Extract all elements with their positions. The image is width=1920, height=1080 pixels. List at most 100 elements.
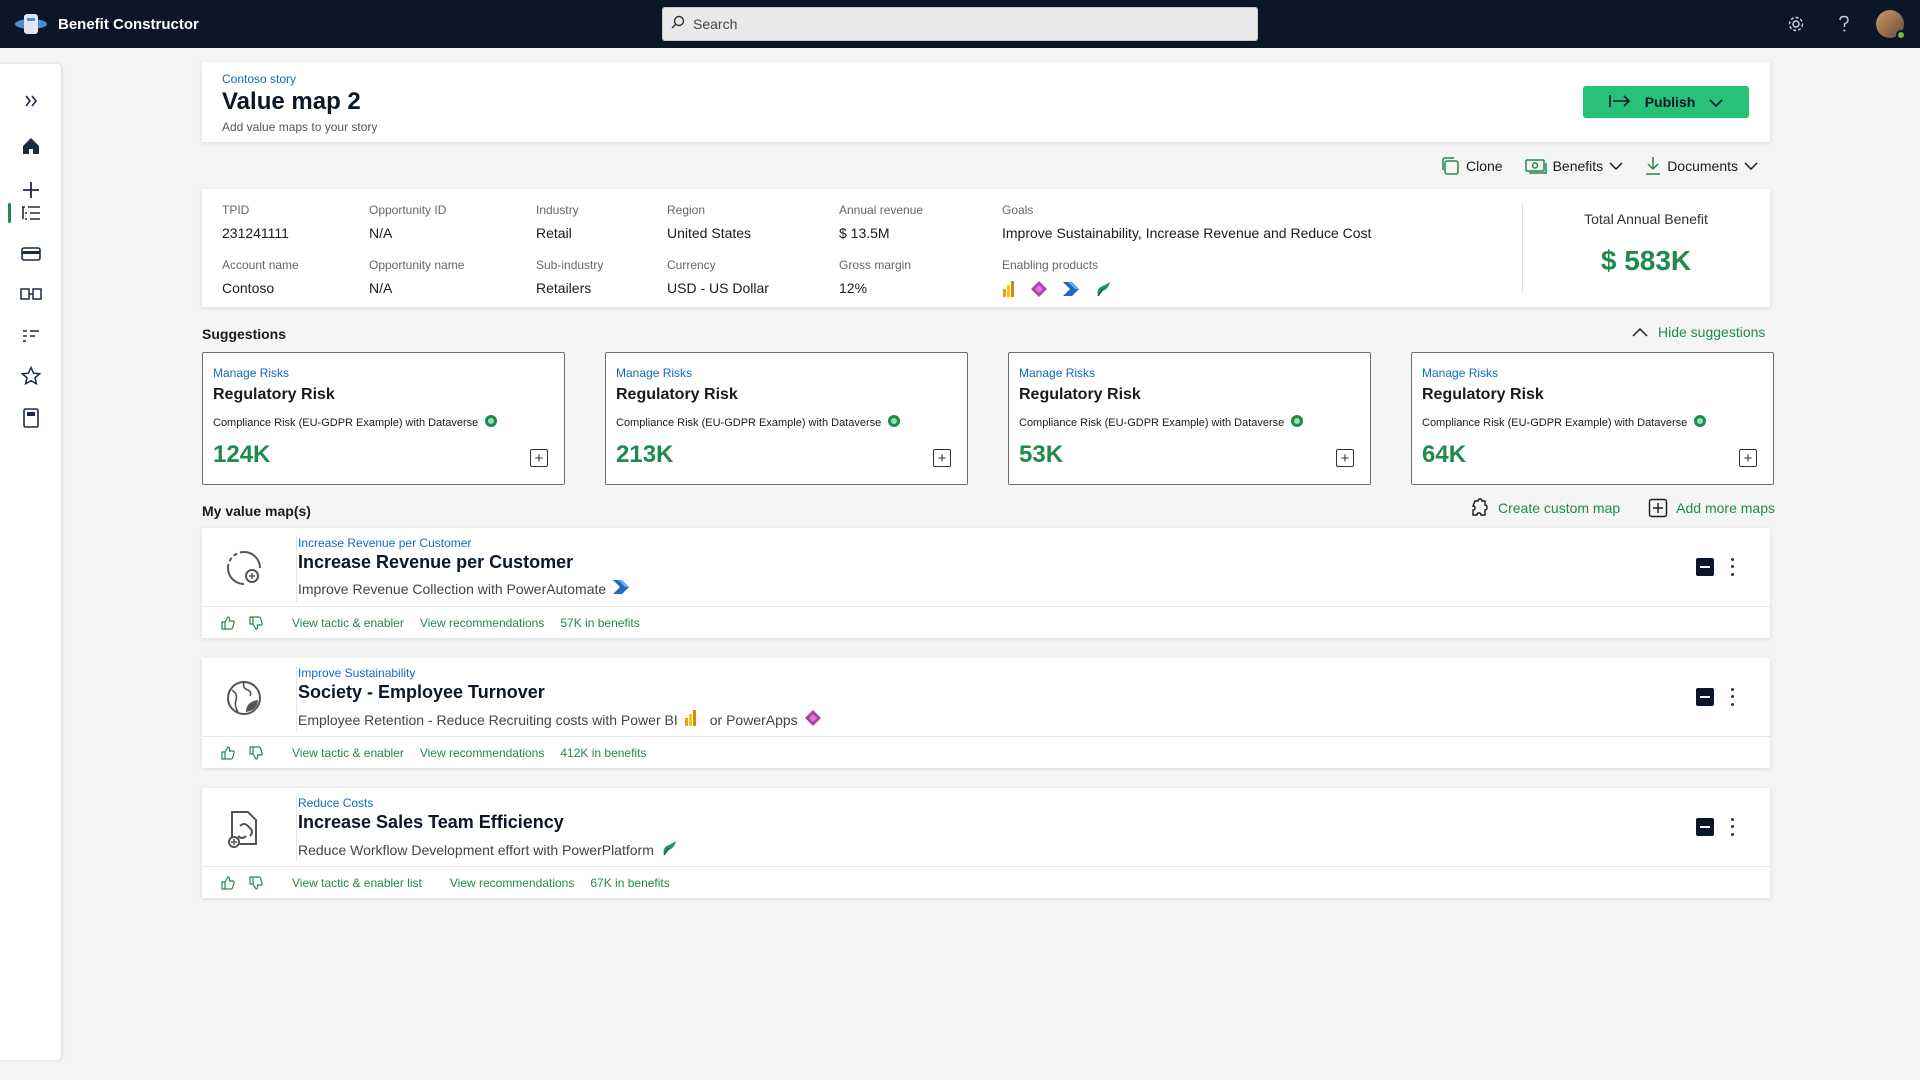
value-map-card[interactable]: Improve Sustainability Society - Employe… (202, 658, 1770, 768)
add-suggestion-button[interactable]: + (1336, 449, 1354, 467)
enabling-products-field: Enabling products (1002, 258, 1112, 303)
avatar[interactable] (1876, 10, 1906, 40)
map-description-extra: or PowerApps (709, 711, 798, 728)
thumbs-up-icon[interactable] (214, 745, 242, 760)
value-map-card[interactable]: Reduce Costs Increase Sales Team Efficie… (202, 788, 1770, 898)
map-description: Employee Retention - Reduce Recruiting c… (298, 711, 678, 728)
more-options-icon[interactable] (1726, 686, 1738, 708)
card-icon[interactable] (0, 236, 61, 272)
chevron-up-icon (1632, 327, 1648, 337)
star-icon[interactable] (0, 358, 61, 394)
power-bi-icon (684, 710, 698, 729)
suggestion-desc: Compliance Risk (EU-GDPR Example) with D… (1422, 416, 1688, 429)
presence-status-icon (1896, 30, 1906, 40)
divider (296, 796, 297, 862)
suggestion-title: Regulatory Risk (616, 386, 738, 403)
documents-dropdown[interactable]: Documents (1645, 156, 1758, 176)
more-options-icon[interactable] (1726, 556, 1738, 578)
benefits-link[interactable]: 412K in benefits (560, 746, 646, 760)
chevron-down-icon (1709, 94, 1723, 110)
thumbs-down-icon[interactable] (242, 615, 270, 630)
dataverse-icon (1290, 414, 1304, 431)
view-recommendations-link[interactable]: View recommendations (420, 746, 545, 760)
search-input[interactable]: Search (693, 16, 737, 32)
view-tactic-link[interactable]: View tactic & enabler list (292, 876, 422, 890)
puzzle-icon (1471, 498, 1488, 516)
thumbs-up-icon[interactable] (214, 875, 242, 890)
divider (296, 666, 297, 732)
map-description: Improve Revenue Collection with PowerAut… (298, 580, 607, 597)
power-apps-icon (804, 709, 822, 730)
add-square-icon (1648, 498, 1668, 518)
collapse-button[interactable] (1696, 818, 1714, 836)
hide-suggestions-button[interactable]: Hide suggestions (1632, 324, 1765, 340)
power-platform-icon (1094, 280, 1112, 303)
suggestion-value: 124K (213, 441, 271, 468)
publish-arrow-icon (1608, 94, 1631, 111)
dataverse-icon (1693, 414, 1707, 431)
map-category[interactable]: Increase Revenue per Customer (298, 536, 471, 550)
suggestion-card[interactable]: Manage Risks Regulatory Risk Compliance … (1008, 352, 1371, 485)
divider (296, 536, 297, 602)
suggestion-card[interactable]: Manage Risks Regulatory Risk Compliance … (202, 352, 565, 485)
top-bar: Benefit Constructor Search (0, 0, 1920, 48)
goals-list: Improve Sustainability, Increase Revenue (1002, 225, 1260, 241)
suggestion-card[interactable]: Manage Risks Regulatory Risk Compliance … (1411, 352, 1774, 485)
benefits-label: Benefits (1552, 158, 1604, 174)
map-category[interactable]: Reduce Costs (298, 796, 373, 810)
suggestion-title: Regulatory Risk (1422, 386, 1544, 403)
view-recommendations-link[interactable]: View recommendations (450, 876, 575, 890)
view-tactic-link[interactable]: View tactic & enabler (292, 616, 404, 630)
home-icon[interactable] (0, 128, 61, 164)
power-automate-icon (612, 579, 630, 598)
search-box[interactable]: Search (662, 7, 1258, 41)
view-tactic-link[interactable]: View tactic & enabler (292, 746, 404, 760)
add-suggestion-button[interactable]: + (530, 449, 548, 467)
value-map-list-icon[interactable] (0, 195, 61, 231)
settings-gear-icon[interactable] (1772, 0, 1820, 48)
thumbs-down-icon[interactable] (242, 745, 270, 760)
thumbs-up-icon[interactable] (214, 615, 242, 630)
create-custom-map-label: Create custom map (1498, 500, 1621, 516)
collapse-button[interactable] (1696, 558, 1714, 576)
map-title: Society - Employee Turnover (298, 682, 545, 702)
chevron-down-icon (1609, 162, 1623, 170)
goals-conjunction: and (1259, 225, 1291, 241)
benefits-link[interactable]: 57K in benefits (560, 616, 639, 630)
page-subtitle: Add value maps to your story (222, 120, 378, 134)
list-bullets-icon[interactable] (0, 318, 61, 354)
currency-field: Currency USD - US Dollar (667, 258, 769, 296)
suggestion-value: 213K (616, 441, 674, 468)
suggestion-card[interactable]: Manage Risks Regulatory Risk Compliance … (605, 352, 968, 485)
add-suggestion-button[interactable]: + (933, 449, 951, 467)
book-icon[interactable] (0, 400, 61, 436)
suggestion-desc: Compliance Risk (EU-GDPR Example) with D… (213, 416, 479, 429)
expand-chevron-icon[interactable] (0, 83, 61, 119)
create-custom-map-button[interactable]: Create custom map (1470, 498, 1620, 518)
add-suggestion-button[interactable]: + (1739, 449, 1757, 467)
brand[interactable]: Benefit Constructor (14, 12, 199, 36)
goals-last: Reduce Cost (1290, 225, 1372, 241)
total-benefit-value: $ 583K (1600, 245, 1692, 276)
download-icon (1646, 157, 1661, 175)
benefits-link[interactable]: 67K in benefits (590, 876, 669, 890)
suggestions-title: Suggestions (202, 326, 287, 342)
collapse-button[interactable] (1696, 688, 1714, 706)
add-more-maps-button[interactable]: Add more maps (1648, 498, 1775, 518)
thumbs-down-icon[interactable] (242, 875, 270, 890)
clone-button[interactable]: Clone (1440, 156, 1503, 176)
more-options-icon[interactable] (1726, 816, 1738, 838)
suggestion-value: 53K (1019, 441, 1064, 468)
help-icon[interactable] (1820, 0, 1868, 48)
view-recommendations-link[interactable]: View recommendations (420, 616, 545, 630)
publish-button[interactable]: Publish (1583, 86, 1749, 118)
hide-suggestions-label: Hide suggestions (1658, 324, 1766, 340)
header-card: Contoso story Value map 2 Add value maps… (202, 62, 1770, 142)
breadcrumb[interactable]: Contoso story (222, 72, 296, 86)
suggestion-category: Manage Risks (1422, 366, 1499, 380)
value-maps-title: My value map(s) (202, 503, 311, 519)
map-category[interactable]: Improve Sustainability (298, 666, 415, 680)
benefits-dropdown[interactable]: Benefits (1524, 157, 1624, 175)
compare-icon[interactable] (0, 276, 61, 312)
value-map-card[interactable]: Increase Revenue per Customer Increase R… (202, 528, 1770, 638)
